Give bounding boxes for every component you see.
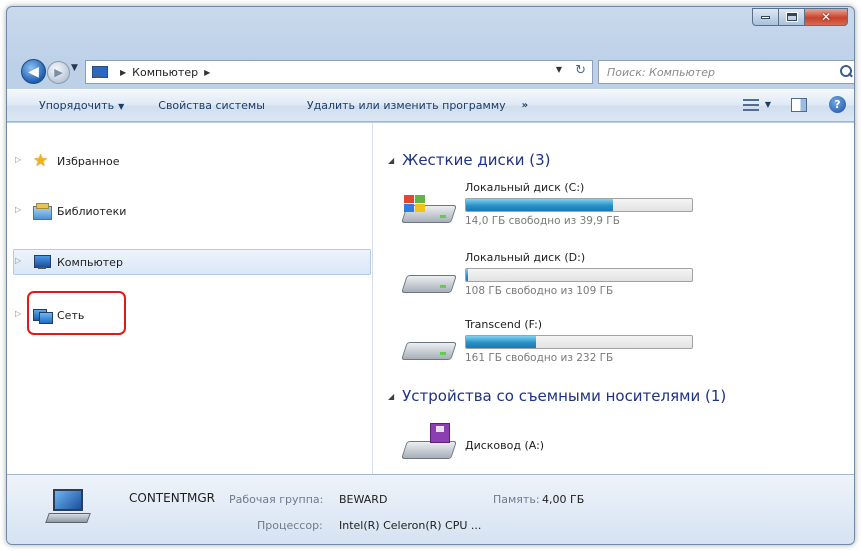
- computer-icon: [92, 66, 108, 78]
- uninstall-program-button[interactable]: Удалить или изменить программу: [297, 99, 516, 112]
- drive-item[interactable]: Дисковод (A:): [401, 415, 702, 473]
- collapse-icon: ◢: [388, 155, 395, 165]
- help-icon[interactable]: ?: [829, 96, 846, 113]
- organize-label: Упорядочить: [39, 99, 115, 112]
- processor-value: Intel(R) Celeron(R) CPU ...: [339, 519, 482, 532]
- command-bar-right: ▼ ?: [742, 96, 846, 113]
- group-header-hard-drives[interactable]: ◢ Жесткие диски (3): [388, 151, 551, 169]
- close-icon: ✕: [820, 10, 832, 24]
- processor-label: Процессор:: [257, 519, 323, 532]
- workgroup-value: BEWARD: [339, 493, 388, 506]
- nav-item-computer[interactable]: ▷ Компьютер: [15, 250, 123, 274]
- address-row: ◀ ▶ ▼ ▶ Компьютер ▶ ▼ ↻ Поиск: Компьютер: [15, 57, 854, 85]
- drive-usage-fill: [466, 199, 613, 211]
- drive-name: Локальный диск (D:): [465, 251, 586, 264]
- chevron-down-icon: ▼: [71, 63, 78, 73]
- nav-item-favorites[interactable]: ▷ ★ Избранное: [15, 149, 120, 173]
- expand-icon[interactable]: ▷: [15, 155, 21, 164]
- explorer-window: ✕ ◀ ▶ ▼ ▶ Компьютер ▶ ▼ ↻ Поиск: Компьют…: [6, 6, 855, 545]
- nav-label-libraries: Библиотеки: [57, 204, 127, 218]
- hard-drive-icon: [401, 265, 457, 297]
- computer-icon: [33, 254, 51, 270]
- nav-label-favorites: Избранное: [57, 154, 120, 168]
- computer-name: CONTENTMGR: [129, 491, 216, 505]
- close-button[interactable]: ✕: [804, 8, 848, 26]
- arrow-left-icon: ◀: [28, 63, 39, 80]
- drive-usage-bar: [465, 198, 693, 212]
- preview-pane-icon[interactable]: [791, 97, 807, 112]
- breadcrumb-computer[interactable]: Компьютер: [132, 66, 198, 79]
- content-area: ▷ ★ Избранное ▷ Библиотеки ▷ Компьютер ▷…: [7, 123, 854, 474]
- nav-item-libraries[interactable]: ▷ Библиотеки: [15, 199, 127, 223]
- drive-usage-bar: [465, 268, 693, 282]
- maximize-icon: [785, 12, 798, 22]
- chevron-down-icon[interactable]: ▼: [765, 100, 771, 109]
- hard-drive-icon: [401, 332, 457, 364]
- details-bar: CONTENTMGR Рабочая группа: BEWARD Память…: [7, 474, 854, 544]
- back-button[interactable]: ◀: [21, 59, 46, 84]
- drive-name: Transcend (F:): [465, 318, 543, 331]
- drive-item[interactable]: Локальный диск (D:) 108 ГБ свободно из 1…: [401, 251, 702, 309]
- arrow-right-icon: ▶: [54, 66, 63, 79]
- navigation-pane: ▷ ★ Избранное ▷ Библиотеки ▷ Компьютер ▷…: [7, 123, 373, 474]
- drive-free-space: 14,0 ГБ свободно из 39,9 ГБ: [465, 215, 620, 227]
- drive-name: Дисковод (A:): [465, 439, 545, 452]
- drive-item[interactable]: Transcend (F:) 161 ГБ свободно из 232 ГБ: [401, 318, 702, 376]
- search-input[interactable]: Поиск: Компьютер: [598, 60, 854, 84]
- expand-icon[interactable]: ▷: [15, 309, 21, 318]
- chevron-down-icon: ▼: [118, 102, 125, 111]
- drive-item[interactable]: Локальный диск (C:) 14,0 ГБ свободно из …: [401, 181, 702, 239]
- group-header-removable[interactable]: ◢ Устройства со съемными носителями (1): [388, 387, 726, 405]
- drive-free-space: 108 ГБ свободно из 109 ГБ: [465, 285, 614, 297]
- maximize-button[interactable]: [778, 8, 804, 26]
- star-icon: ★: [33, 151, 49, 171]
- breadcrumb-chevron-icon[interactable]: ▶: [204, 68, 210, 77]
- hard-drive-windows-icon: [401, 195, 457, 227]
- system-properties-button[interactable]: Свойства системы: [148, 99, 275, 112]
- breadcrumb-chevron-icon[interactable]: ▶: [120, 68, 126, 77]
- drive-usage-fill: [466, 269, 469, 281]
- floppy-drive-icon: [401, 423, 457, 459]
- recent-pages-button[interactable]: ▼: [71, 63, 78, 73]
- library-icon: [33, 203, 52, 220]
- search-placeholder: Поиск: Компьютер: [607, 65, 715, 79]
- expand-icon[interactable]: ▷: [15, 256, 21, 265]
- memory-value: 4,00 ГБ: [542, 493, 585, 506]
- drive-usage-bar: [465, 335, 693, 349]
- organize-button[interactable]: Упорядочить ▼: [29, 99, 134, 112]
- refresh-icon[interactable]: ↻: [575, 63, 586, 78]
- address-dropdown-icon[interactable]: ▼: [556, 65, 562, 74]
- workgroup-label: Рабочая группа:: [229, 493, 324, 506]
- drive-usage-fill: [466, 336, 537, 348]
- caption-buttons: ✕: [752, 8, 848, 26]
- minimize-icon: [761, 15, 770, 19]
- forward-button[interactable]: ▶: [47, 61, 70, 84]
- drive-name: Локальный диск (C:): [465, 181, 585, 194]
- group-title: Устройства со съемными носителями (1): [402, 387, 727, 405]
- minimize-button[interactable]: [752, 8, 778, 26]
- change-view-icon[interactable]: [742, 98, 761, 112]
- highlight-annotation: [27, 291, 126, 335]
- command-bar: Упорядочить ▼ Свойства системы Удалить ил…: [7, 89, 854, 122]
- search-icon[interactable]: [840, 65, 853, 78]
- address-bar[interactable]: ▶ Компьютер ▶ ▼ ↻: [85, 60, 593, 84]
- details-pane: ◢ Жесткие диски (3) Локальный диск (C:) …: [374, 123, 854, 474]
- nav-label-computer: Компьютер: [57, 255, 123, 269]
- group-title: Жесткие диски (3): [402, 151, 551, 169]
- drive-free-space: 161 ГБ свободно из 232 ГБ: [465, 352, 614, 364]
- expand-icon[interactable]: ▷: [15, 205, 21, 214]
- collapse-icon: ◢: [388, 391, 395, 401]
- memory-label: Память:: [493, 493, 540, 506]
- more-commands-button[interactable]: »: [522, 100, 528, 111]
- computer-laptop-icon: [45, 489, 91, 529]
